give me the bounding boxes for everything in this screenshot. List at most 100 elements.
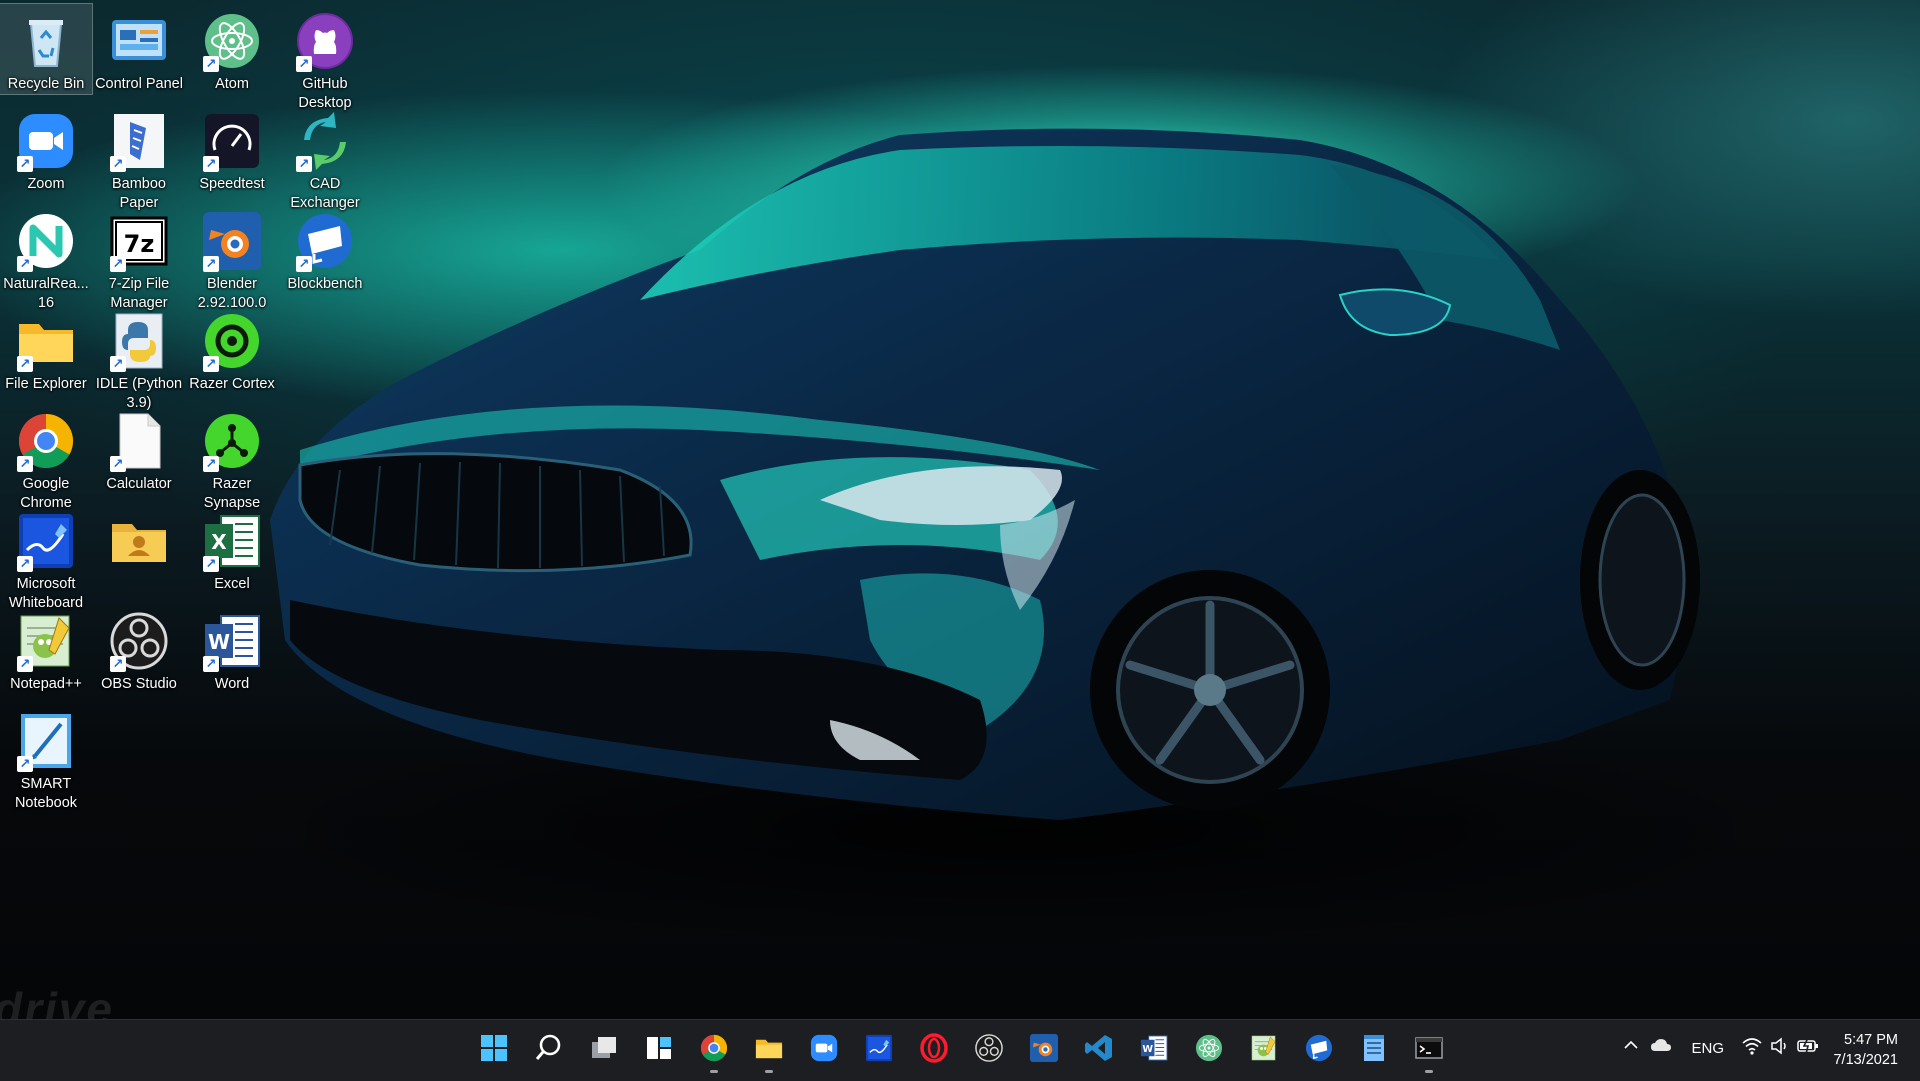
excel-icon: X ↗ bbox=[201, 510, 263, 572]
smart-notebook-icon: ↗ bbox=[15, 710, 77, 772]
desktop-icon-calculator[interactable]: ↗ Calculator bbox=[93, 404, 185, 494]
shortcut-arrow-icon: ↗ bbox=[203, 256, 219, 272]
atom-icon bbox=[1194, 1033, 1224, 1068]
blockbench-taskbar-button[interactable] bbox=[1299, 1030, 1339, 1070]
whiteboard-taskbar-button[interactable] bbox=[859, 1030, 899, 1070]
notepad-taskbar-button[interactable] bbox=[1354, 1030, 1394, 1070]
blockbench-icon: ↗ bbox=[294, 210, 356, 272]
notepadpp-icon bbox=[1249, 1033, 1279, 1068]
bamboo-paper-icon: ↗ bbox=[108, 110, 170, 172]
shortcut-arrow-icon: ↗ bbox=[203, 356, 219, 372]
desktop-icon-notepad[interactable]: ↗ Notepad++ bbox=[0, 604, 92, 694]
clock-date: 7/13/2021 bbox=[1833, 1052, 1898, 1068]
opera-taskbar-button[interactable] bbox=[914, 1030, 954, 1070]
file-explorer-taskbar-button[interactable] bbox=[749, 1030, 789, 1073]
desktop-icon-label: Recycle Bin bbox=[7, 76, 85, 92]
widgets-button[interactable] bbox=[639, 1030, 679, 1070]
blender-icon: ↗ bbox=[201, 210, 263, 272]
desktop-icon-label: SMART Notebook bbox=[14, 776, 78, 811]
desktop-icon-label: Excel bbox=[214, 576, 250, 592]
desktop-icon-google-chrome[interactable]: ↗ Google Chrome bbox=[0, 404, 92, 513]
desktop-icon-microsoft-whiteboard[interactable]: ↗ Microsoft Whiteboard bbox=[0, 504, 92, 613]
atom-icon: ↗ bbox=[201, 10, 263, 72]
desktop-icon-label: Atom bbox=[215, 76, 249, 92]
running-indicator bbox=[1425, 1070, 1433, 1073]
desktop-icon-recycle-bin[interactable]: Recycle Bin bbox=[0, 3, 93, 95]
task-view-button[interactable] bbox=[584, 1030, 624, 1070]
desktop-icon-atom[interactable]: ↗ Atom bbox=[186, 4, 278, 94]
desktop-icon-blockbench[interactable]: ↗ Blockbench bbox=[279, 204, 371, 294]
desktop-icon-label: File Explorer bbox=[5, 376, 87, 392]
desktop-icon-label: Control Panel bbox=[95, 76, 183, 92]
running-indicator bbox=[710, 1070, 718, 1073]
desktop-icon-idle-python-3-9[interactable]: ↗ IDLE (Python 3.9) bbox=[93, 304, 185, 413]
razer-cortex-icon: ↗ bbox=[201, 310, 263, 372]
shortcut-arrow-icon: ↗ bbox=[110, 456, 126, 472]
file-icon: ↗ bbox=[108, 410, 170, 472]
task-view-icon bbox=[589, 1033, 619, 1068]
shortcut-arrow-icon: ↗ bbox=[203, 556, 219, 572]
desktop-icon-razer-synapse[interactable]: ↗ Razer Synapse bbox=[186, 404, 278, 513]
desktop-icon-7-zip-file-manager[interactable]: 7z ↗ 7-Zip File Manager bbox=[93, 204, 185, 313]
desktop-icon-obs-studio[interactable]: ↗ OBS Studio bbox=[93, 604, 185, 694]
shortcut-arrow-icon: ↗ bbox=[203, 156, 219, 172]
atom-taskbar-button[interactable] bbox=[1189, 1030, 1229, 1070]
shortcut-arrow-icon: ↗ bbox=[17, 156, 33, 172]
desktop-icon-label: Speedtest bbox=[199, 176, 265, 192]
desktop-icon-blender-2-92-100-0[interactable]: ↗ Blender 2.92.100.0 bbox=[186, 204, 278, 313]
terminal-icon bbox=[1414, 1033, 1444, 1068]
user-folder-icon bbox=[108, 510, 170, 572]
desktop-icon-github-desktop[interactable]: ↗ GitHub Desktop bbox=[279, 4, 371, 113]
shortcut-arrow-icon: ↗ bbox=[17, 356, 33, 372]
svg-text:W: W bbox=[1142, 1043, 1153, 1054]
desktop-icon-zoom[interactable]: ↗ Zoom bbox=[0, 104, 92, 194]
svg-text:7z: 7z bbox=[124, 230, 155, 258]
desktop-icon-excel[interactable]: X ↗ Excel bbox=[186, 504, 278, 594]
desktop-icon-speedtest[interactable]: ↗ Speedtest bbox=[186, 104, 278, 194]
notepadpp-icon: ↗ bbox=[15, 610, 77, 672]
desktop-icon-smart-notebook[interactable]: ↗ SMART Notebook bbox=[0, 704, 92, 813]
terminal-taskbar-button[interactable] bbox=[1409, 1030, 1449, 1073]
zoom-taskbar-button[interactable] bbox=[804, 1030, 844, 1070]
shortcut-arrow-icon: ↗ bbox=[296, 56, 312, 72]
desktop-icon-unnamed-folder[interactable] bbox=[93, 504, 185, 575]
desktop-icon-label: Zoom bbox=[27, 176, 65, 192]
wifi-icon[interactable] bbox=[1742, 1037, 1762, 1059]
language-indicator[interactable]: ENG bbox=[1691, 1040, 1724, 1057]
vscode-icon bbox=[1084, 1033, 1114, 1068]
shortcut-arrow-icon: ↗ bbox=[110, 156, 126, 172]
control-panel-icon bbox=[108, 10, 170, 72]
desktop-icon-control-panel[interactable]: Control Panel bbox=[93, 4, 185, 94]
volume-speaker-icon[interactable] bbox=[1770, 1037, 1790, 1059]
search-button[interactable] bbox=[529, 1030, 569, 1070]
desktop-icon-word[interactable]: W ↗ Word bbox=[186, 604, 278, 694]
search-icon bbox=[534, 1033, 564, 1068]
taskbar-clock[interactable]: 5:47 PM 7/13/2021 bbox=[1833, 1030, 1898, 1070]
desktop-icon-razer-cortex[interactable]: ↗ Razer Cortex bbox=[186, 304, 278, 394]
desktop-icon-naturalrea-16[interactable]: ↗ NaturalRea... 16 bbox=[0, 204, 92, 313]
notepadpp-taskbar-button[interactable] bbox=[1244, 1030, 1284, 1070]
zoom-icon: ↗ bbox=[15, 110, 77, 172]
start-button[interactable] bbox=[474, 1030, 514, 1070]
word-icon: W ↗ bbox=[201, 610, 263, 672]
show-hidden-icons-chevron-up-icon[interactable] bbox=[1622, 1036, 1640, 1058]
obs-taskbar-button[interactable] bbox=[969, 1030, 1009, 1070]
taskbar: W ENG 5:47 PM 7/13/2021 bbox=[0, 1019, 1920, 1081]
shortcut-arrow-icon: ↗ bbox=[110, 356, 126, 372]
shortcut-arrow-icon: ↗ bbox=[203, 456, 219, 472]
windows-logo-icon bbox=[479, 1033, 509, 1068]
vscode-taskbar-button[interactable] bbox=[1079, 1030, 1119, 1070]
onedrive-cloud-icon[interactable] bbox=[1650, 1037, 1672, 1057]
battery-charging-icon[interactable] bbox=[1796, 1037, 1820, 1059]
desktop-icon-bamboo-paper[interactable]: ↗ Bamboo Paper bbox=[93, 104, 185, 213]
desktop-icon-label: Notepad++ bbox=[10, 676, 82, 692]
chrome-taskbar-button[interactable] bbox=[694, 1030, 734, 1073]
recycle-bin-icon bbox=[15, 10, 77, 72]
desktop-icon-label: OBS Studio bbox=[101, 676, 177, 692]
word-taskbar-button[interactable]: W bbox=[1134, 1030, 1174, 1070]
chrome-icon: ↗ bbox=[15, 410, 77, 472]
desktop-icon-file-explorer[interactable]: ↗ File Explorer bbox=[0, 304, 92, 394]
desktop-icon-cad-exchanger[interactable]: ↗ CAD Exchanger bbox=[279, 104, 371, 213]
desktop-icon-label: Word bbox=[214, 676, 250, 692]
blender-taskbar-button[interactable] bbox=[1024, 1030, 1064, 1070]
